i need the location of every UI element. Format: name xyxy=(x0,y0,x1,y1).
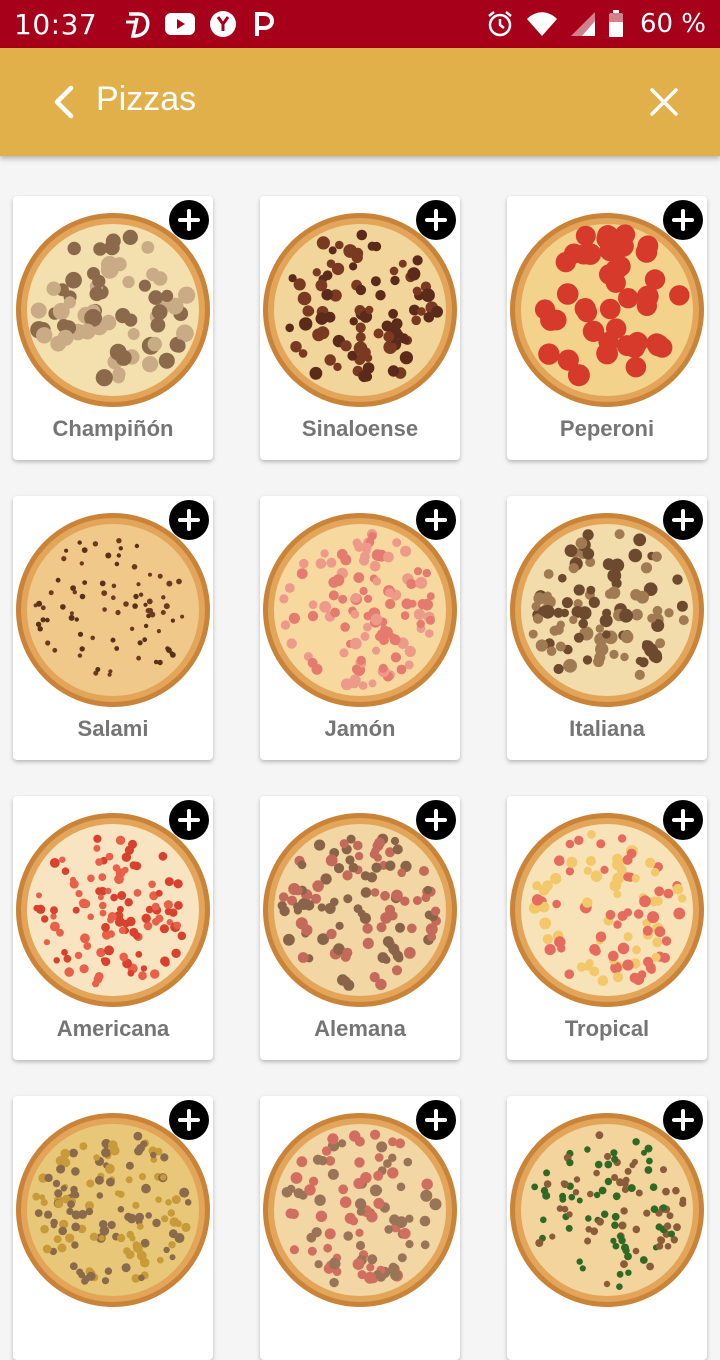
close-button[interactable] xyxy=(646,84,682,120)
plus-icon xyxy=(672,509,694,531)
pizza-image xyxy=(510,213,704,407)
close-icon xyxy=(650,88,678,116)
pizza-name: Champiñón xyxy=(52,416,174,441)
pizza-name: Alemana xyxy=(314,1016,406,1041)
pizza-card[interactable] xyxy=(13,1096,213,1360)
plus-icon xyxy=(672,809,694,831)
pizza-card[interactable]: Italiana xyxy=(507,496,707,760)
pizza-name: Salami xyxy=(77,716,149,741)
pizza-image xyxy=(263,813,457,1007)
plus-icon xyxy=(425,209,447,231)
battery-percent: 60 % xyxy=(639,9,706,39)
add-pizza-button[interactable] xyxy=(169,200,209,240)
pizza-card[interactable]: Peperoni xyxy=(507,196,707,460)
app-bar: Pizzas xyxy=(0,48,720,156)
add-pizza-button[interactable] xyxy=(169,800,209,840)
pizza-image xyxy=(263,1113,457,1307)
add-pizza-button[interactable] xyxy=(169,1100,209,1140)
add-pizza-button[interactable] xyxy=(663,800,703,840)
d-app-icon xyxy=(126,12,150,38)
add-pizza-button[interactable] xyxy=(416,800,456,840)
status-time: 10:37 xyxy=(14,7,98,41)
y-app-icon xyxy=(210,11,237,37)
pizza-image xyxy=(16,813,210,1007)
page-title: Pizzas xyxy=(96,80,197,118)
add-pizza-button[interactable] xyxy=(416,1100,456,1140)
plus-icon xyxy=(178,809,200,831)
back-button[interactable] xyxy=(46,82,82,122)
pizza-image xyxy=(263,513,457,707)
plus-icon xyxy=(672,209,694,231)
pizza-card[interactable]: Americana xyxy=(13,796,213,1060)
pizza-image xyxy=(16,213,210,407)
pizza-card[interactable]: Tropical xyxy=(507,796,707,1060)
chevron-left-icon xyxy=(54,85,74,119)
plus-icon xyxy=(178,509,200,531)
add-pizza-button[interactable] xyxy=(416,500,456,540)
pizza-image xyxy=(16,513,210,707)
pizza-card[interactable] xyxy=(260,1096,460,1360)
pizza-image xyxy=(263,213,457,407)
pizza-image xyxy=(16,1113,210,1307)
alarm-icon xyxy=(488,11,512,37)
pizza-card[interactable]: Jamón xyxy=(260,496,460,760)
add-pizza-button[interactable] xyxy=(663,1100,703,1140)
status-bar: 10:37 60 % xyxy=(0,0,720,48)
pizza-image xyxy=(510,1113,704,1307)
plus-icon xyxy=(425,809,447,831)
pizza-name: Sinaloense xyxy=(301,416,419,441)
pizza-card[interactable] xyxy=(507,1096,707,1360)
pizza-image xyxy=(510,813,704,1007)
plus-icon xyxy=(672,1109,694,1131)
pizza-card[interactable]: Alemana xyxy=(260,796,460,1060)
youtube-icon xyxy=(165,13,196,35)
signal-icon xyxy=(570,12,595,36)
pizza-card[interactable]: Champiñón xyxy=(13,196,213,460)
pizza-name: Italiana xyxy=(569,716,645,741)
add-pizza-button[interactable] xyxy=(169,500,209,540)
plus-icon xyxy=(178,1109,200,1131)
pizza-name: Peperoni xyxy=(559,416,655,441)
plus-icon xyxy=(178,209,200,231)
battery-icon xyxy=(608,10,623,37)
pizza-image xyxy=(510,513,704,707)
pizza-name: Americana xyxy=(56,1016,170,1041)
wifi-icon xyxy=(526,12,557,36)
plus-icon xyxy=(425,509,447,531)
pizza-name: Jamón xyxy=(324,716,396,741)
add-pizza-button[interactable] xyxy=(663,200,703,240)
add-pizza-button[interactable] xyxy=(663,500,703,540)
plus-icon xyxy=(425,1109,447,1131)
status-system-icons: 60 % xyxy=(486,9,706,39)
p-app-icon xyxy=(255,12,275,36)
pizza-card[interactable]: Salami xyxy=(13,496,213,760)
pizza-name: Tropical xyxy=(564,1016,650,1041)
pizza-card[interactable]: Sinaloense xyxy=(260,196,460,460)
add-pizza-button[interactable] xyxy=(416,200,456,240)
status-app-icons xyxy=(123,10,275,38)
